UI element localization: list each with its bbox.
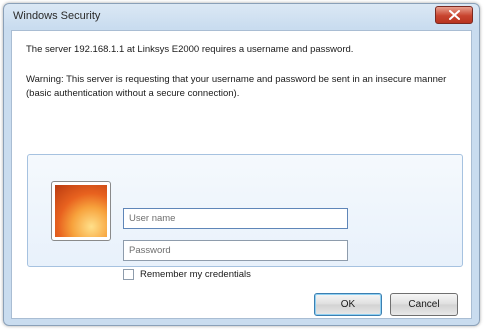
server-message: The server 192.168.1.1 at Linksys E2000 …	[26, 44, 354, 55]
dialog-body: The server 192.168.1.1 at Linksys E2000 …	[11, 30, 472, 319]
close-button[interactable]	[435, 6, 473, 24]
close-icon	[449, 10, 460, 20]
remember-credentials-checkbox[interactable]	[123, 269, 134, 280]
window-title: Windows Security	[13, 10, 101, 22]
username-input[interactable]	[123, 208, 348, 229]
password-input[interactable]	[123, 240, 348, 261]
ok-button[interactable]: OK	[314, 293, 382, 316]
title-bar[interactable]: Windows Security	[4, 4, 479, 30]
warning-message: Warning: This server is requesting that …	[26, 74, 447, 99]
windows-security-dialog: Windows Security The server 192.168.1.1 …	[3, 3, 480, 326]
credential-tile-panel: Remember my credentials	[27, 154, 463, 280]
user-picture-icon	[51, 181, 111, 241]
remember-credentials-label[interactable]: Remember my credentials	[140, 269, 251, 280]
cancel-button[interactable]: Cancel	[390, 293, 458, 316]
